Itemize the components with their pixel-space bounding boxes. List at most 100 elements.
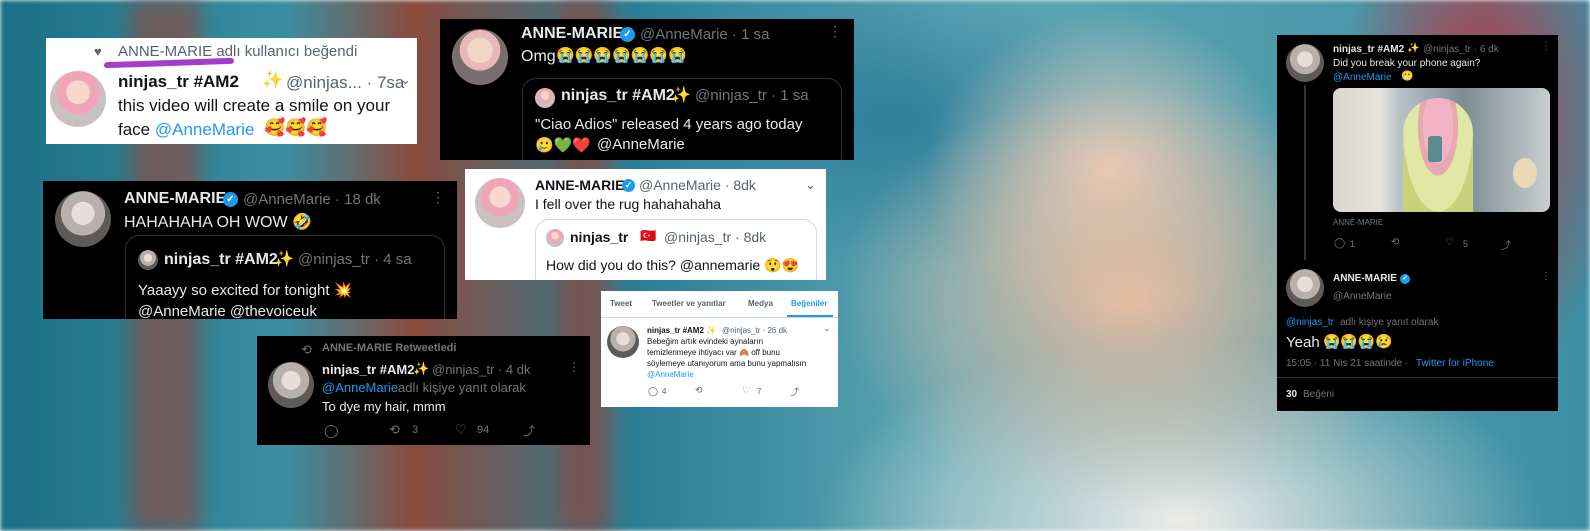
tab-media[interactable]: Medya bbox=[748, 299, 773, 308]
emoji-row: 🥲💚❤️ bbox=[535, 137, 592, 154]
more-options-icon[interactable]: ⋮ bbox=[431, 189, 445, 206]
reply-text: Yeah bbox=[1286, 334, 1320, 351]
author-name[interactable]: ANNE-MARIE bbox=[521, 25, 623, 43]
handle-time: @ninjas_tr · 6 dk bbox=[1423, 44, 1499, 55]
tweet-text-line: Bebeğim artık evindeki aynaların bbox=[647, 337, 764, 346]
avatar[interactable] bbox=[475, 178, 525, 228]
mention-link[interactable]: @AnneMarie bbox=[647, 370, 694, 379]
reply-count: 1 bbox=[1350, 239, 1356, 249]
likes-count[interactable]: 30 bbox=[1286, 389, 1297, 400]
like-icon[interactable]: ♡ bbox=[455, 422, 467, 438]
avatar[interactable] bbox=[452, 29, 508, 85]
heart-icon: ♥ bbox=[94, 44, 102, 59]
tab-tweets-replies[interactable]: Tweetler ve yanıtlar bbox=[652, 299, 726, 308]
author-name[interactable]: ninjas_tr #AM2 bbox=[322, 362, 414, 377]
thread-card[interactable]: ninjas_tr #AM2 ✨ @ninjas_tr · 6 dk ⋮ Did… bbox=[1277, 35, 1558, 411]
quoted-tweet[interactable]: ninjas_tr #AM2 ✨ @ninjas_tr · 1 sa "Ciao… bbox=[522, 78, 842, 160]
reply-icon[interactable]: ◯ bbox=[1334, 238, 1345, 249]
reply-to-mention[interactable]: @ninjas_tr bbox=[1286, 317, 1334, 328]
avatar[interactable] bbox=[50, 71, 106, 127]
tweet-card-hahaha[interactable]: ANNE-MARIE ✓ @AnneMarie · 18 dk ⋮ HAHAHA… bbox=[43, 181, 457, 319]
source-link[interactable]: Twitter for iPhone bbox=[1416, 358, 1494, 369]
more-options-icon[interactable]: ⋮ bbox=[1541, 271, 1551, 282]
sparkles-icon: ✨ bbox=[262, 70, 284, 89]
like-count: 5 bbox=[1463, 239, 1469, 249]
like-icon[interactable]: ♡ bbox=[742, 385, 750, 396]
author-name[interactable]: ANNE-MARIE bbox=[124, 190, 226, 208]
quoted-text: "Ciao Adios" released 4 years ago today bbox=[535, 116, 803, 133]
profile-likes-card[interactable]: Tweet Tweetler ve yanıtlar Medya Beğenil… bbox=[601, 291, 838, 407]
avatar[interactable] bbox=[607, 326, 639, 358]
media-image[interactable] bbox=[1333, 88, 1550, 212]
retweet-icon: ⟲ bbox=[301, 342, 312, 357]
like-count: 94 bbox=[477, 424, 490, 436]
thread-line bbox=[1304, 85, 1306, 260]
more-options-icon[interactable]: ⋮ bbox=[828, 23, 842, 40]
handle-time: @ninjas... · 7sa bbox=[286, 73, 405, 92]
verified-badge-icon: ✓ bbox=[620, 27, 635, 42]
phone-shape bbox=[1428, 136, 1442, 162]
emoji: 😬 bbox=[1401, 71, 1414, 82]
handle-time: @ninjas_tr · 4 dk bbox=[432, 362, 531, 377]
share-icon[interactable]: ⤴ bbox=[523, 422, 535, 439]
reply-icon[interactable]: ◯ bbox=[648, 386, 658, 397]
tweet-card-rug[interactable]: ANNE-MARIE ✓ @AnneMarie · 8dk ⌄ I fell o… bbox=[465, 169, 826, 280]
more-options-icon[interactable]: ⋮ bbox=[568, 360, 580, 374]
author-name[interactable]: ninjas_tr #AM2 ✨ bbox=[647, 326, 716, 335]
divider bbox=[1277, 377, 1558, 378]
author-name[interactable]: ninjas_tr #AM2 bbox=[1333, 44, 1404, 55]
verified-badge-icon: ✓ bbox=[223, 192, 238, 207]
tweet-text-mention: face @AnneMarie bbox=[118, 120, 254, 140]
chevron-down-icon[interactable]: ⌄ bbox=[400, 72, 411, 88]
chevron-down-icon[interactable]: ⌄ bbox=[823, 323, 831, 334]
avatar[interactable] bbox=[1286, 44, 1324, 82]
timestamp: 15:05 · 11 Nis 21 saatinde · bbox=[1286, 358, 1409, 369]
retweet-icon[interactable]: ⟲ bbox=[389, 422, 400, 438]
tab-tweets[interactable]: Tweet bbox=[610, 299, 632, 308]
liked-tweet-card[interactable]: ♥ ANNE-MARIE adlı kullanıcı beğendi ninj… bbox=[46, 38, 417, 144]
reply-mention[interactable]: @AnneMarie bbox=[322, 380, 398, 395]
author-name[interactable]: ninjas_tr #AM2 bbox=[118, 72, 239, 92]
plant-shape bbox=[1513, 158, 1537, 188]
quoted-tweet[interactable]: ninjas_tr #AM2 ✨ @ninjas_tr · 4 sa Yaaay… bbox=[125, 235, 445, 319]
retweet-icon[interactable]: ⟲ bbox=[695, 385, 703, 396]
sparkles-icon: ✨ bbox=[671, 87, 691, 104]
like-count: 7 bbox=[757, 387, 762, 396]
chevron-down-icon[interactable]: ⌄ bbox=[805, 177, 816, 193]
handle-time: @AnneMarie · 1 sa bbox=[640, 26, 770, 43]
mention-link[interactable]: @AnneMarie bbox=[1333, 72, 1392, 83]
retweet-icon[interactable]: ⟲ bbox=[1391, 237, 1399, 248]
share-icon[interactable]: ⤴ bbox=[1501, 237, 1511, 252]
more-options-icon[interactable]: ⋮ bbox=[1541, 41, 1551, 52]
avatar bbox=[535, 88, 555, 108]
tweet-text: Omg bbox=[521, 48, 556, 65]
tweet-text: Did you break your phone again? bbox=[1333, 58, 1481, 69]
emoji-row: 😭😭😭😢 bbox=[1323, 333, 1393, 349]
handle-time: @AnneMarie · 8dk bbox=[639, 177, 756, 193]
reply-icon[interactable]: ◯ bbox=[324, 423, 339, 439]
like-icon[interactable]: ♡ bbox=[1445, 237, 1454, 248]
tweet-text-line: temizlenmeye ihtiyacı var 🙈 off bunu bbox=[647, 348, 780, 357]
handle-time: @AnneMarie · 18 dk bbox=[243, 191, 381, 208]
quoted-mentions: @AnneMarie @thevoiceuk bbox=[138, 303, 317, 319]
quoted-author: ninjas_tr bbox=[570, 229, 629, 245]
avatar[interactable] bbox=[268, 362, 314, 408]
share-icon[interactable]: ⤴ bbox=[790, 385, 799, 398]
tweet-card-omg[interactable]: ANNE-MARIE ✓ @AnneMarie · 1 sa ⋮ Omg 😭😭😭… bbox=[440, 19, 854, 160]
tweet-text: this video will create a smile on your bbox=[118, 96, 391, 115]
tab-likes[interactable]: Beğeniler bbox=[791, 299, 827, 308]
mention-link[interactable]: face @AnneMarie bbox=[118, 120, 254, 139]
avatar[interactable] bbox=[1286, 269, 1324, 307]
author-name[interactable]: ANNE-MARIE bbox=[535, 177, 624, 193]
sparkles-icon: ✨ bbox=[1407, 43, 1420, 54]
retweeted-by-label: ANNE-MARIE Retweetledi bbox=[322, 342, 457, 354]
retweeted-card[interactable]: ⟲ ANNE-MARIE Retweetledi ninjas_tr #AM2 … bbox=[257, 336, 590, 445]
avatar[interactable] bbox=[55, 191, 111, 247]
sparkles-icon: ✨ bbox=[274, 251, 294, 268]
tweet-text: I fell over the rug hahahahaha bbox=[535, 196, 722, 212]
quoted-tweet[interactable]: ninjas_tr 🇹🇷 @ninjas_tr · 8dk How did yo… bbox=[535, 219, 817, 280]
liked-by-label: ANNE-MARIE adlı kullanıcı beğendi bbox=[118, 43, 358, 60]
reply-author-name[interactable]: ANNE-MARIE bbox=[1333, 273, 1397, 284]
avatar bbox=[138, 250, 158, 270]
quoted-handle-time: @ninjas_tr · 4 sa bbox=[298, 251, 412, 268]
